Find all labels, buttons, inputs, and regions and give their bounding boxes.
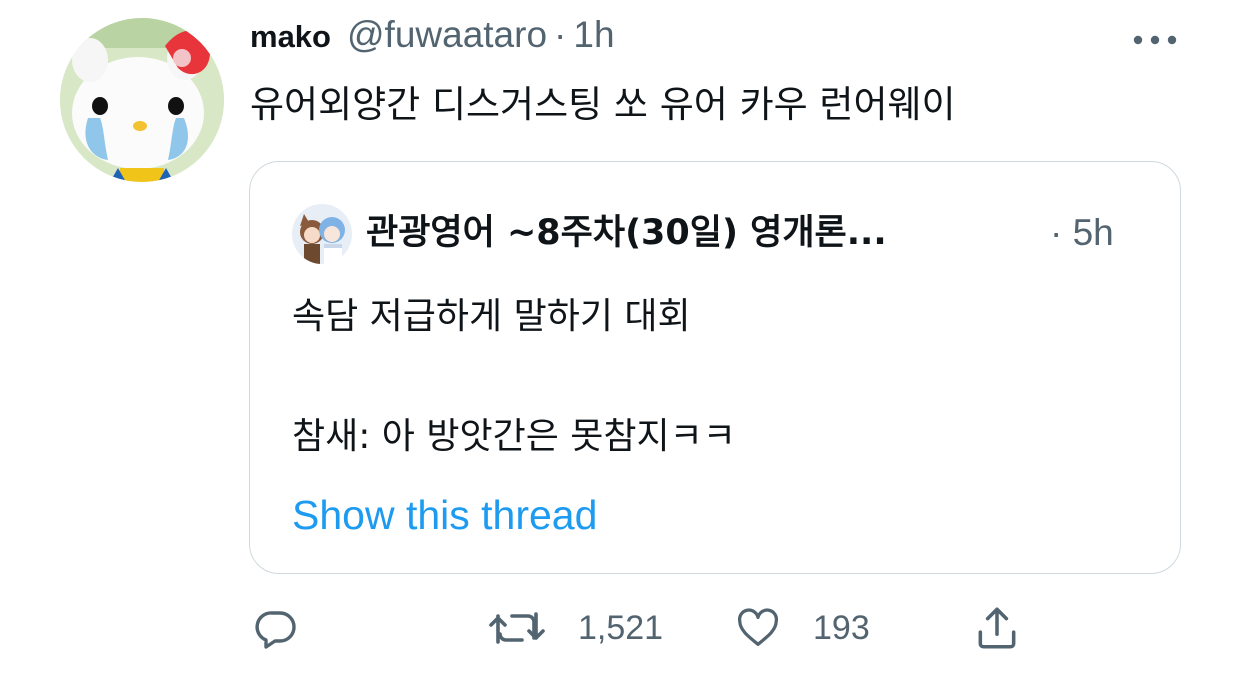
user-handle[interactable]: @fuwaataro: [347, 14, 547, 56]
more-dots-icon: [1133, 35, 1177, 45]
separator-dot: ·: [554, 14, 567, 55]
quoted-display-name[interactable]: 관광영어 ~8주차(30일) 영개론...: [366, 206, 887, 260]
heart-icon: [737, 608, 779, 646]
like-count: 193: [813, 608, 870, 647]
quoted-tweet-card[interactable]: 관광영어 ~8주차(30일) 영개론... · 5h 속담 저급하게 말하기 대…: [249, 161, 1181, 574]
more-options-button[interactable]: [1130, 30, 1180, 50]
quoted-user-avatar[interactable]: [292, 204, 352, 264]
quoted-timestamp[interactable]: · 5h: [1050, 206, 1114, 260]
quoted-text-line-1: 속담 저급하게 말하기 대회: [292, 296, 691, 337]
share-icon: [978, 607, 1016, 649]
retweet-count: 1,521: [578, 608, 664, 647]
like-button[interactable]: 193: [735, 600, 870, 656]
tweet-text: 유어외양간 디스거스팅 쏘 유어 카우 런어웨이: [250, 83, 956, 126]
reply-button[interactable]: [252, 600, 300, 656]
anime-characters-avatar-image: [292, 204, 352, 264]
tweet-header: mako @fuwaataro · 1h: [250, 14, 615, 66]
quoted-text-line-2: 참새: 아 방앗간은 못참지ㅋㅋ: [292, 416, 736, 457]
hello-kitty-avatar-image: [60, 18, 224, 182]
user-avatar[interactable]: [60, 18, 224, 182]
reply-icon: [255, 611, 296, 649]
retweet-icon: [489, 612, 545, 644]
show-thread-link[interactable]: Show this thread: [292, 488, 597, 542]
share-button[interactable]: [972, 600, 1022, 656]
tweet-timestamp[interactable]: 1h: [573, 14, 614, 56]
retweet-button[interactable]: 1,521: [488, 600, 663, 656]
display-name[interactable]: mako: [250, 19, 331, 55]
